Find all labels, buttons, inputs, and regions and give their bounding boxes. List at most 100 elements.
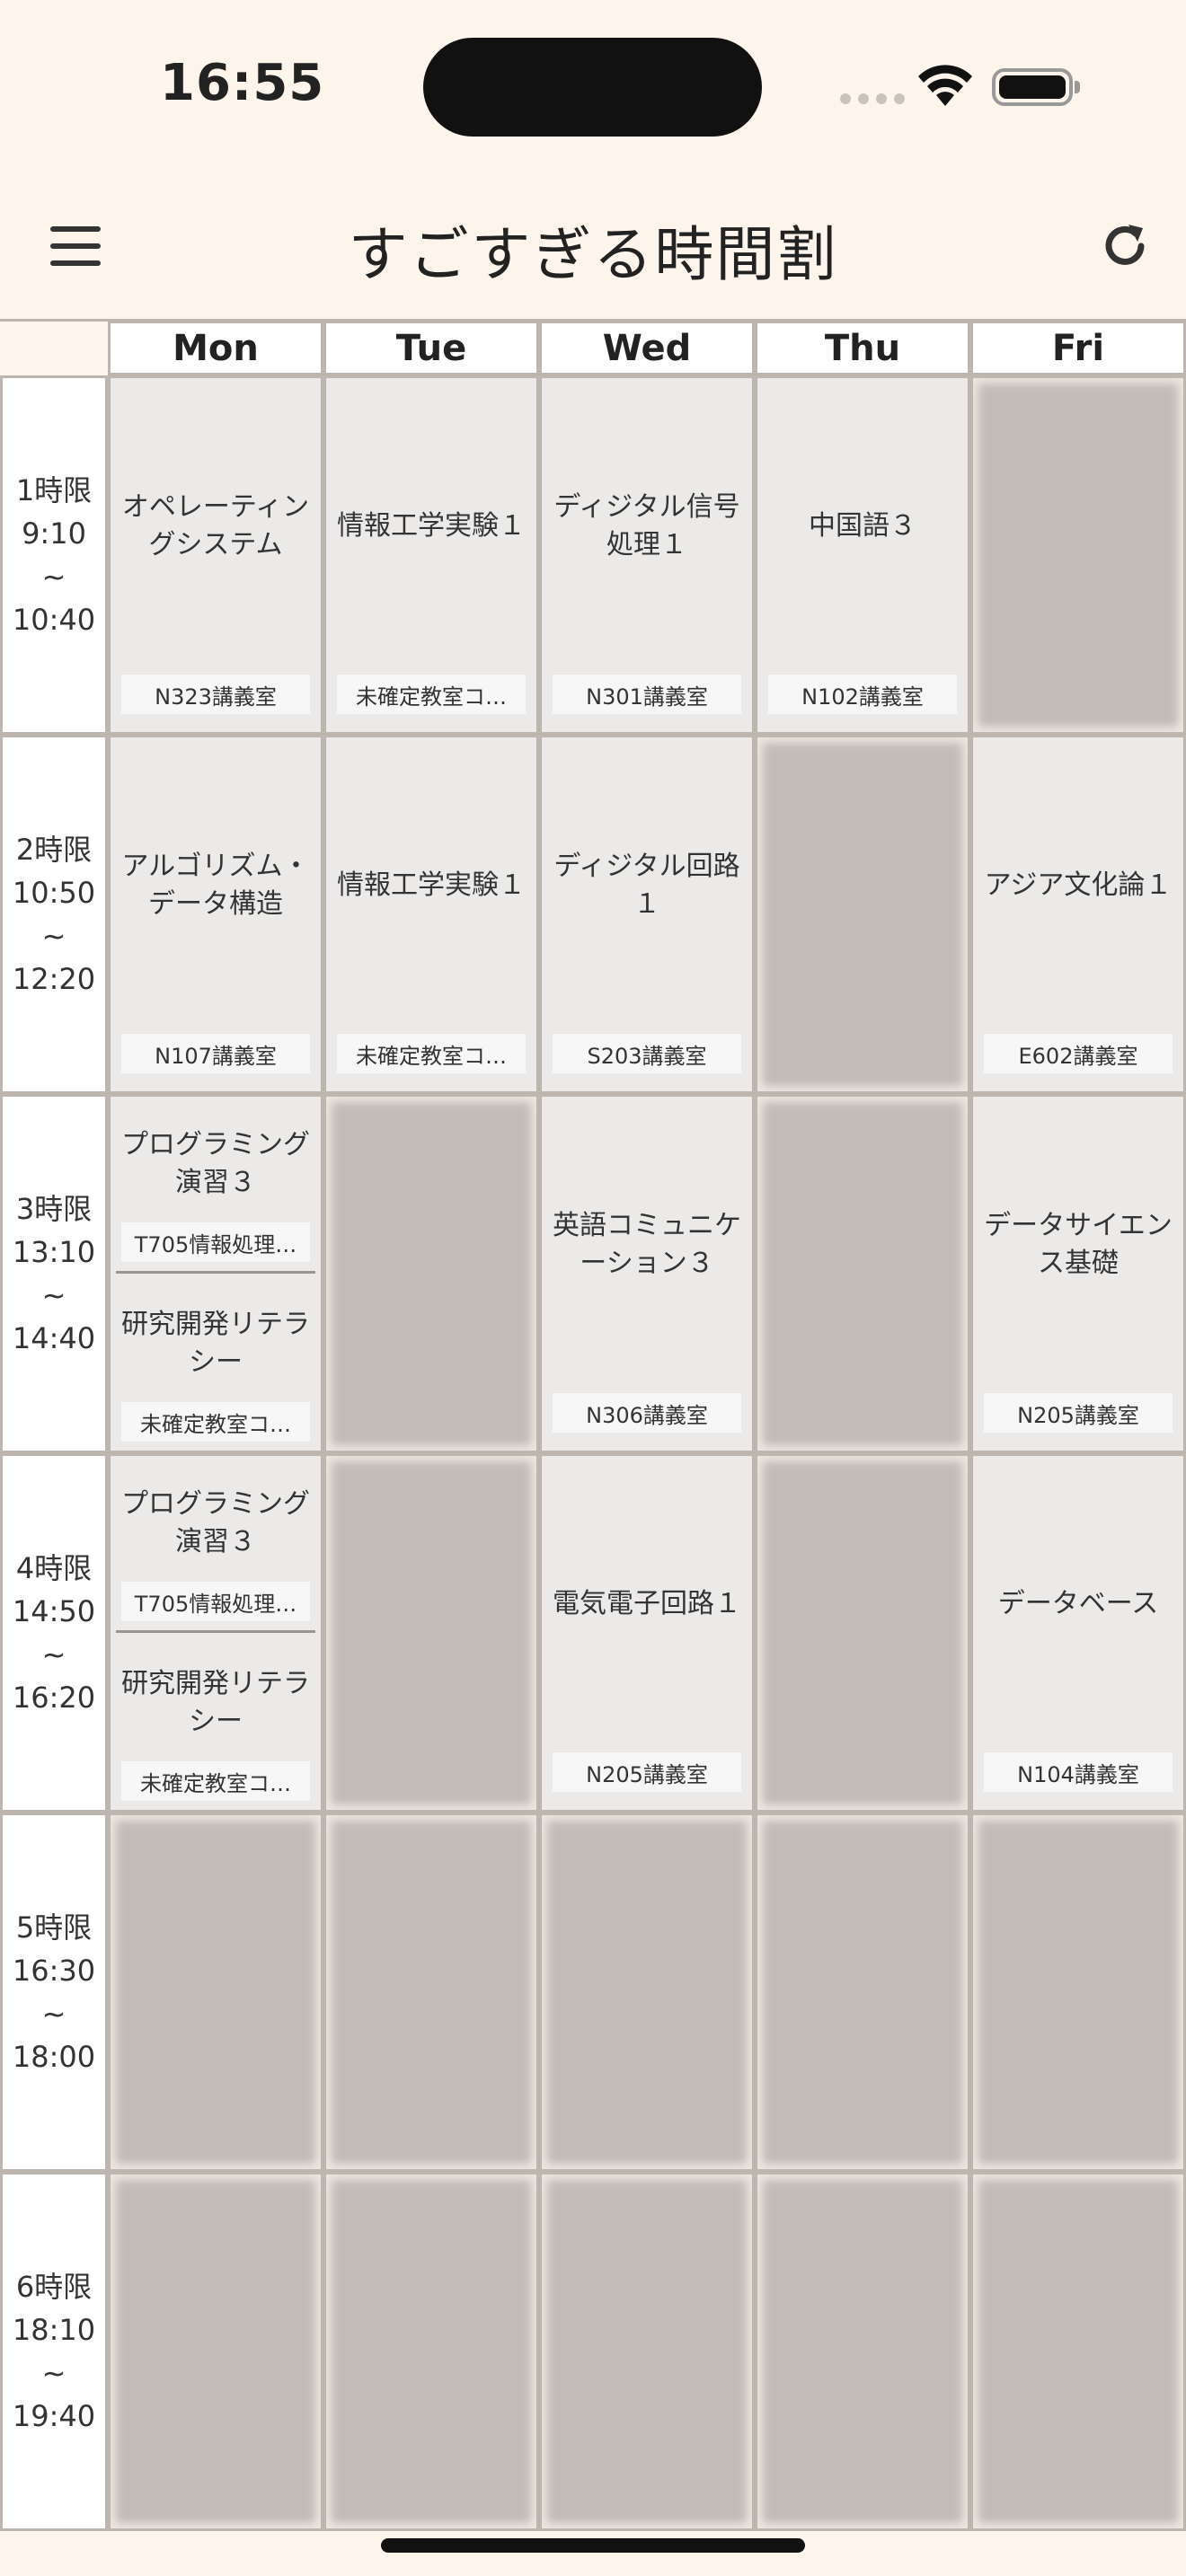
room-label: N107講義室	[121, 1034, 310, 1073]
period-label-1: 1時限 9:10 ~10:40	[0, 375, 108, 735]
dynamic-island	[423, 38, 762, 137]
course-block: 研究開発リテラシー	[116, 1294, 315, 1393]
battery-icon	[992, 68, 1080, 106]
course-name: 研究開発リテラシー	[121, 1668, 310, 1737]
period-label-5: 5時限 16:30 ~18:00	[0, 1813, 108, 2172]
wifi-icon	[918, 65, 972, 106]
period-end: 18:00	[12, 2040, 96, 2074]
timetable-cell-fri-6[interactable]	[970, 2172, 1186, 2531]
timetable-cell-wed-2[interactable]: ディジタル回路１ S203講義室	[539, 735, 755, 1094]
course-name: アジア文化論１	[984, 869, 1173, 901]
course-block: アジア文化論１	[978, 737, 1178, 1034]
course-block: 情報工学実験１	[332, 737, 531, 1034]
period-label-4: 4時限 14:50 ~16:20	[0, 1453, 108, 1813]
timetable-cell-wed-4[interactable]: 電気電子回路１ N205講義室	[539, 1453, 755, 1813]
timetable-cell-tue-2[interactable]: 情報工学実験１ 未確定教室コ…	[323, 735, 539, 1094]
status-bar: 16:55	[0, 0, 1186, 171]
timetable-cell-fri-3[interactable]: データサイエンス基礎 N205講義室	[970, 1094, 1186, 1453]
timetable-cell-tue-5[interactable]	[323, 1813, 539, 2172]
timetable-cell-thu-3[interactable]	[755, 1094, 970, 1453]
course-name: 中国語３	[809, 510, 916, 542]
course-block: 研究開発リテラシー	[116, 1654, 315, 1752]
timetable-cell-thu-5[interactable]	[755, 1813, 970, 2172]
room-label: T705情報処理…	[121, 1222, 310, 1262]
period-end: 10:40	[12, 603, 96, 637]
course-block: アルゴリズム・データ構造	[116, 737, 315, 1034]
timetable-cell-mon-2[interactable]: アルゴリズム・データ構造 N107講義室	[108, 735, 323, 1094]
course-name: オペレーティングシステム	[121, 491, 310, 560]
period-sep: ~	[41, 919, 66, 953]
course-name: ディジタル信号処理１	[553, 491, 740, 560]
timetable-cell-mon-6[interactable]	[108, 2172, 323, 2531]
course-block: ディジタル信号処理１	[547, 378, 747, 675]
timetable-cell-fri-4[interactable]: データベース N104講義室	[970, 1453, 1186, 1813]
period-label-2: 2時限 10:50 ~12:20	[0, 735, 108, 1094]
timetable-cell-wed-3[interactable]: 英語コミュニケーション３ N306講義室	[539, 1094, 755, 1453]
day-header-mon: Mon	[108, 321, 323, 375]
course-name: ディジタル回路１	[553, 851, 740, 920]
timetable-cell-thu-1[interactable]: 中国語３ N102講義室	[755, 375, 970, 735]
period-sep: ~	[41, 1997, 66, 2031]
room-label: T705情報処理…	[121, 1582, 310, 1621]
course-divider	[116, 1630, 315, 1633]
period-label: 4時限	[15, 1551, 93, 1585]
course-block: ディジタル回路１	[547, 737, 747, 1034]
period-start: 10:50	[12, 876, 96, 910]
course-block: 情報工学実験１	[332, 378, 531, 675]
nav-bar: すごすぎる時間割	[0, 171, 1186, 319]
course-name: データベース	[997, 1588, 1159, 1619]
period-label: 1時限	[15, 473, 93, 507]
timetable-cell-thu-4[interactable]	[755, 1453, 970, 1813]
room-label: N205講義室	[984, 1393, 1173, 1433]
period-label: 2時限	[15, 833, 93, 867]
period-start: 9:10	[22, 516, 86, 551]
timetable-cell-mon-3[interactable]: プログラミング演習３ T705情報処理… 研究開発リテラシー 未確定教室コ…	[108, 1094, 323, 1453]
period-sep: ~	[41, 560, 66, 594]
period-start: 18:10	[12, 2313, 96, 2347]
room-label: E602講義室	[984, 1034, 1173, 1073]
cellular-signal-icon	[840, 93, 905, 104]
timetable-cell-mon-1[interactable]: オペレーティングシステム N323講義室	[108, 375, 323, 735]
period-sep: ~	[41, 1278, 66, 1312]
course-block: プログラミング演習３	[116, 1474, 315, 1573]
day-header-thu: Thu	[755, 321, 970, 375]
status-time: 16:55	[160, 54, 325, 112]
period-start: 13:10	[12, 1235, 96, 1269]
room-label: S203講義室	[553, 1034, 741, 1073]
timetable-cell-mon-5[interactable]	[108, 1813, 323, 2172]
timetable-cell-wed-6[interactable]	[539, 2172, 755, 2531]
course-block: プログラミング演習３	[116, 1115, 315, 1213]
course-name: アルゴリズム・データ構造	[121, 851, 310, 920]
timetable-cell-wed-1[interactable]: ディジタル信号処理１ N301講義室	[539, 375, 755, 735]
period-label: 5時限	[15, 1910, 93, 1945]
course-block: 中国語３	[763, 378, 962, 675]
timetable-cell-fri-2[interactable]: アジア文化論１ E602講義室	[970, 735, 1186, 1094]
course-block: 英語コミュニケーション３	[547, 1097, 747, 1393]
course-block: データベース	[978, 1456, 1178, 1752]
course-block: 電気電子回路１	[547, 1456, 747, 1752]
timetable-cell-thu-2[interactable]	[755, 735, 970, 1094]
course-divider	[116, 1271, 315, 1274]
period-label: 3時限	[15, 1192, 93, 1226]
course-block: データサイエンス基礎	[978, 1097, 1178, 1393]
timetable-cell-mon-4[interactable]: プログラミング演習３ T705情報処理… 研究開発リテラシー未確定教室コ…	[108, 1453, 323, 1813]
room-label: N205講義室	[553, 1752, 741, 1792]
course-name: 情報工学実験１	[337, 869, 526, 901]
timetable-cell-fri-5[interactable]	[970, 1813, 1186, 2172]
timetable-cell-thu-6[interactable]	[755, 2172, 970, 2531]
timetable-cell-tue-3[interactable]	[323, 1094, 539, 1453]
timetable-cell-tue-4[interactable]	[323, 1453, 539, 1813]
timetable-cell-fri-1[interactable]	[970, 375, 1186, 735]
timetable-cell-wed-5[interactable]	[539, 1813, 755, 2172]
period-end: 16:20	[12, 1681, 96, 1715]
day-header-fri: Fri	[970, 321, 1186, 375]
timetable-cell-tue-6[interactable]	[323, 2172, 539, 2531]
period-start: 14:50	[12, 1594, 96, 1628]
room-label: 未確定教室コ…	[121, 1761, 310, 1801]
course-name: 英語コミュニケーション３	[553, 1210, 741, 1279]
period-start: 16:30	[12, 1954, 96, 1988]
refresh-button[interactable]	[1096, 217, 1154, 275]
course-name: 電気電子回路１	[553, 1588, 741, 1619]
room-label: N306講義室	[553, 1393, 741, 1433]
timetable-cell-tue-1[interactable]: 情報工学実験１ 未確定教室コ…	[323, 375, 539, 735]
